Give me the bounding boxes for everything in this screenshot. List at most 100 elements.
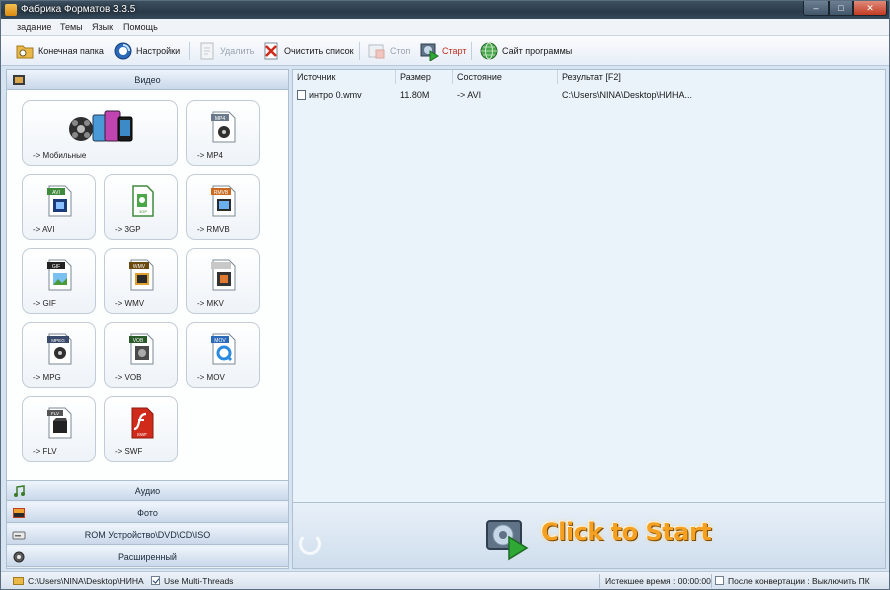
menu-help[interactable]: Помощь bbox=[123, 22, 158, 32]
format-tile-rmvb[interactable]: RMVB -> RMVB bbox=[186, 174, 260, 240]
mov-file-icon: MOV bbox=[211, 333, 236, 365]
stop-button[interactable]: Стоп bbox=[367, 40, 410, 62]
mkv-file-icon bbox=[211, 259, 236, 291]
output-path[interactable]: C:\Users\NINA\Desktop\НИНА bbox=[13, 576, 144, 586]
settings-icon bbox=[114, 42, 132, 60]
output-folder-label: Конечная папка bbox=[38, 46, 104, 56]
format-tile-3gp[interactable]: 3GP -> 3GP bbox=[104, 174, 178, 240]
format-grid: -> Мобильные MP4 -> MP4 AVI -> AVI 3GP -… bbox=[7, 90, 288, 481]
rom-category-label: ROM Устройство\DVD\CD\ISO bbox=[84, 530, 211, 540]
window-title: Фабрика Форматов 3.3.5 bbox=[21, 4, 136, 15]
format-tile-mp4[interactable]: MP4 -> MP4 bbox=[186, 100, 260, 166]
format-tile-mov[interactable]: MOV -> MOV bbox=[186, 322, 260, 388]
source-cell: интро 0.wmv bbox=[297, 90, 362, 100]
after-convert-label: После конвертации : Выключить ПК bbox=[728, 576, 870, 586]
menu-bar: задание Темы Язык Помощь bbox=[1, 19, 889, 36]
close-button[interactable]: ✕ bbox=[853, 1, 887, 16]
column-divider[interactable] bbox=[395, 70, 396, 84]
column-divider[interactable] bbox=[557, 70, 558, 84]
minimize-button[interactable]: – bbox=[803, 1, 829, 16]
file-badge: FLV bbox=[51, 411, 60, 416]
folder-icon bbox=[13, 577, 24, 585]
title-bar[interactable]: Фабрика Форматов 3.3.5 – □ ✕ bbox=[1, 1, 889, 19]
music-note-icon bbox=[14, 485, 25, 497]
audio-category-header[interactable]: Аудио bbox=[7, 481, 288, 501]
wmv-file-icon: WMV bbox=[129, 259, 154, 291]
output-folder-button[interactable]: Конечная папка bbox=[15, 40, 104, 62]
maximize-button[interactable]: □ bbox=[829, 1, 853, 16]
column-divider[interactable] bbox=[452, 70, 453, 84]
format-label: -> MKV bbox=[197, 299, 224, 308]
format-tile-mobile[interactable]: -> Мобильные bbox=[22, 100, 178, 166]
toolbar-separator bbox=[189, 42, 190, 60]
column-source[interactable]: Источник bbox=[297, 72, 335, 82]
clear-list-button[interactable]: Очистить список bbox=[261, 40, 354, 62]
gear-icon bbox=[13, 551, 25, 563]
after-convert-checkbox[interactable]: После конвертации : Выключить ПК bbox=[715, 576, 870, 586]
format-label: -> SWF bbox=[115, 447, 143, 456]
file-badge: 3GP bbox=[139, 209, 147, 214]
menu-task[interactable]: задание bbox=[17, 22, 51, 32]
website-label: Сайт программы bbox=[502, 46, 573, 56]
column-size[interactable]: Размер bbox=[400, 72, 431, 82]
file-badge: GIF bbox=[52, 264, 60, 270]
clear-list-label: Очистить список bbox=[284, 46, 354, 56]
column-result[interactable]: Результат [F2] bbox=[562, 72, 621, 82]
video-category-label: Видео bbox=[134, 75, 161, 85]
photo-category-header[interactable]: Фото bbox=[7, 503, 288, 523]
format-tile-mpg[interactable]: MPEG -> MPG bbox=[22, 322, 96, 388]
format-tile-gif[interactable]: GIF -> GIF bbox=[22, 248, 96, 314]
format-tile-flv[interactable]: FLV -> FLV bbox=[22, 396, 96, 462]
click-to-start-button[interactable]: Click to Start bbox=[541, 518, 712, 546]
film-icon bbox=[13, 75, 25, 85]
format-label: -> RMVB bbox=[197, 225, 230, 234]
settings-button[interactable]: Настройки bbox=[113, 40, 180, 62]
remove-file-icon bbox=[200, 42, 214, 60]
3gp-file-icon: 3GP bbox=[132, 185, 154, 217]
menu-language[interactable]: Язык bbox=[92, 22, 113, 32]
rom-category-header[interactable]: ROM Устройство\DVD\CD\ISO bbox=[7, 525, 288, 545]
format-label: -> MOV bbox=[197, 373, 225, 382]
stop-icon bbox=[368, 44, 385, 59]
rmvb-file-icon: RMVB bbox=[211, 185, 236, 217]
file-badge: SWF bbox=[137, 432, 147, 437]
clear-list-icon bbox=[264, 42, 278, 60]
state-cell: -> AVI bbox=[457, 90, 482, 100]
source-name: интро 0.wmv bbox=[309, 90, 362, 100]
file-badge: MPEG bbox=[51, 338, 65, 343]
toolbar: Конечная папка Настройки Удалить Очистит… bbox=[1, 36, 889, 66]
gif-file-icon: GIF bbox=[47, 259, 72, 291]
remove-button[interactable]: Удалить bbox=[197, 40, 254, 62]
advanced-category-header[interactable]: Расширенный bbox=[7, 547, 288, 567]
start-conversion-icon[interactable] bbox=[483, 513, 531, 561]
start-icon bbox=[420, 43, 439, 61]
status-divider bbox=[711, 574, 712, 588]
multithreads-label: Use Multi-Threads bbox=[164, 576, 234, 586]
start-button[interactable]: Старт bbox=[419, 40, 466, 62]
format-label: -> MP4 bbox=[197, 151, 224, 160]
task-list[interactable]: Источник Размер Состояние Результат [F2]… bbox=[293, 70, 885, 502]
app-icon bbox=[5, 4, 17, 16]
multithreads-checkbox[interactable]: Use Multi-Threads bbox=[151, 576, 233, 586]
status-divider bbox=[599, 574, 600, 588]
mp4-file-icon: MP4 bbox=[211, 111, 236, 143]
menu-themes[interactable]: Темы bbox=[60, 22, 83, 32]
format-tile-avi[interactable]: AVI -> AVI bbox=[22, 174, 96, 240]
format-label: -> Мобильные bbox=[33, 151, 87, 160]
elapsed-time: Истекшее время : 00:00:00 bbox=[605, 576, 711, 586]
column-state[interactable]: Состояние bbox=[457, 72, 502, 82]
format-tile-mkv[interactable]: -> MKV bbox=[186, 248, 260, 314]
remove-label: Удалить bbox=[220, 46, 255, 56]
vob-file-icon: VOB bbox=[129, 333, 154, 365]
folder-icon bbox=[16, 45, 34, 59]
video-category-header[interactable]: Видео bbox=[7, 70, 288, 90]
file-badge: RMVB bbox=[214, 190, 229, 196]
file-badge: MP4 bbox=[215, 116, 226, 122]
audio-category-label: Аудио bbox=[134, 486, 161, 496]
format-tile-wmv[interactable]: WMV -> WMV bbox=[104, 248, 178, 314]
format-label: -> VOB bbox=[115, 373, 142, 382]
stop-label: Стоп bbox=[390, 46, 411, 56]
format-tile-vob[interactable]: VOB -> VOB bbox=[104, 322, 178, 388]
format-tile-swf[interactable]: SWF -> SWF bbox=[104, 396, 178, 462]
website-button[interactable]: Сайт программы bbox=[479, 40, 572, 62]
